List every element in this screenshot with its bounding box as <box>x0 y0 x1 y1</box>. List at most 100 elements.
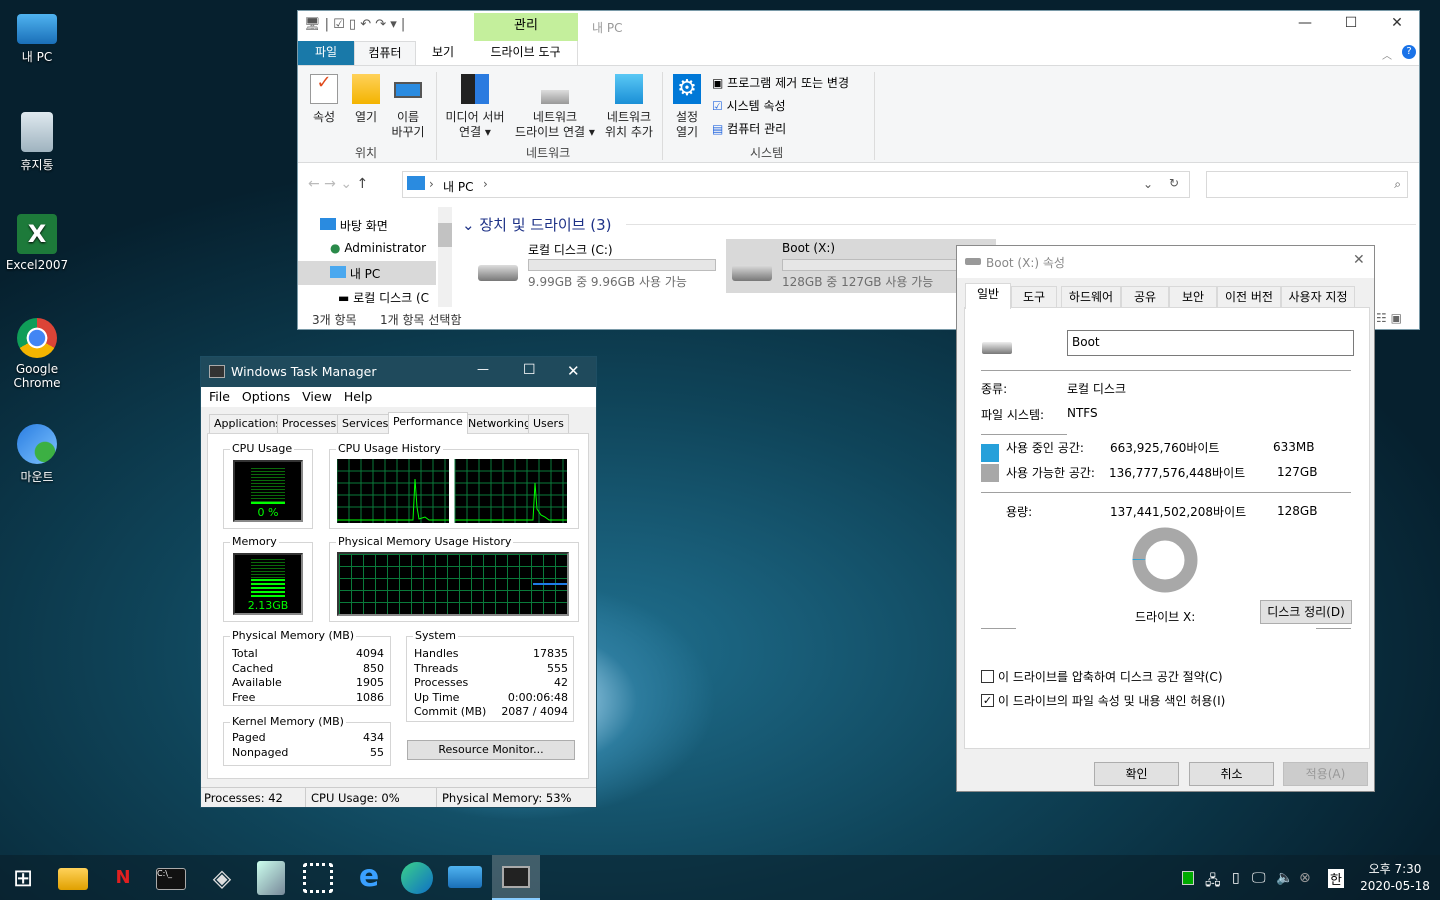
tab-file[interactable]: 파일 <box>298 41 354 65</box>
drive-item-c[interactable]: 로컬 디스크 (C:) 9.99GB 중 9.96GB 사용 가능 <box>474 239 724 293</box>
computer-management-button[interactable]: ▤ 컴퓨터 관리 <box>712 120 786 137</box>
task-manager-taskbar-button[interactable] <box>492 855 540 900</box>
maximize-button[interactable]: ☐ <box>1328 15 1374 31</box>
media-server-button[interactable]: 미디어 서버 연결 ▾ <box>440 74 510 140</box>
tab-processes[interactable]: Processes <box>277 414 342 433</box>
close-button[interactable]: ✕ <box>1374 15 1420 31</box>
stat-label: Cached <box>232 661 274 675</box>
nav-item-local-disk[interactable]: ▬ 로컬 디스크 (C <box>338 289 436 306</box>
menu-view[interactable]: View <box>302 389 332 404</box>
refresh-icon[interactable]: ↻ <box>1169 176 1179 190</box>
capacity-bytes: 137,441,502,208바이트 <box>1110 505 1247 519</box>
index-checkbox[interactable]: ✓ <box>981 694 994 707</box>
tab-tools[interactable]: 도구 <box>1011 286 1057 308</box>
tab-sharing[interactable]: 공유 <box>1121 286 1169 308</box>
usb-tray-icon[interactable]: ▯ <box>1232 870 1240 886</box>
desktop-icon-recycle-bin[interactable]: 휴지통 <box>1 112 73 173</box>
my-pc-taskbar-icon[interactable] <box>448 866 482 888</box>
help-icon[interactable]: ? <box>1402 45 1416 59</box>
tab-general[interactable]: 일반 <box>965 283 1011 309</box>
nav-item-my-pc[interactable]: 내 PC <box>298 261 436 285</box>
used-label: 사용 중인 공간: <box>1006 441 1084 455</box>
capacity-label: 용량: <box>1006 505 1033 519</box>
internet-explorer-taskbar-icon[interactable]: e <box>352 861 386 895</box>
edge-taskbar-icon[interactable] <box>401 862 433 894</box>
volume-icon[interactable]: 🔈 <box>1276 870 1293 886</box>
address-bar[interactable]: › 내 PC › ⌄ ↻ <box>402 171 1190 198</box>
tab-security[interactable]: 보안 <box>1169 286 1217 308</box>
system-properties-button[interactable]: ☑ 시스템 속성 <box>712 97 786 114</box>
tab-view[interactable]: 보기 <box>418 41 468 65</box>
disk-usage-donut <box>1132 527 1198 593</box>
command-prompt-taskbar-icon[interactable]: C:\_ <box>156 868 186 890</box>
minimize-button[interactable]: — <box>477 362 489 376</box>
window-title: Windows Task Manager <box>231 364 377 379</box>
tool-taskbar-icon[interactable] <box>257 861 285 895</box>
desktop-icon-mount[interactable]: 마운트 <box>1 424 73 485</box>
nav-item-administrator[interactable]: ● Administrator <box>330 241 426 255</box>
stat-value: 850 <box>363 661 384 675</box>
tab-customize[interactable]: 사용자 지정 <box>1281 286 1355 308</box>
search-input[interactable]: ⌕ <box>1206 171 1408 198</box>
title-bar[interactable]: Boot (X:) 속성 ✕ <box>957 246 1374 278</box>
tab-services[interactable]: Services <box>337 414 394 433</box>
nav-item-desktop[interactable]: 바탕 화면 <box>320 217 388 234</box>
label: 설정 열기 <box>675 110 699 139</box>
start-button[interactable]: ⊞ <box>6 861 40 895</box>
compress-checkbox[interactable] <box>981 670 994 683</box>
tab-computer[interactable]: 컴퓨터 <box>354 41 416 65</box>
tab-performance[interactable]: Performance <box>388 412 468 434</box>
desktop-icon-chrome[interactable]: Google Chrome <box>1 318 73 390</box>
maximize-button[interactable]: ☐ <box>523 362 536 378</box>
ok-button[interactable]: 확인 <box>1094 762 1179 786</box>
title-bar[interactable]: Windows Task Manager — ☐ ✕ <box>201 357 596 387</box>
open-button[interactable]: 열기 <box>348 74 384 125</box>
context-tab-manage[interactable]: 관리 <box>474 13 578 41</box>
section-header[interactable]: ⌄ 장치 및 드라이브 (3) <box>462 214 612 235</box>
ime-indicator[interactable]: 한 <box>1328 869 1344 888</box>
add-network-location-button[interactable]: 네트워크 위치 추가 <box>598 74 660 140</box>
dropdown-chevron-icon[interactable]: ⌄ <box>1143 177 1153 191</box>
cancel-button[interactable]: 취소 <box>1189 762 1274 786</box>
drive-name-input[interactable]: Boot <box>1067 330 1354 356</box>
tab-drive-tools[interactable]: 드라이브 도구 <box>474 41 578 65</box>
file-explorer-taskbar-icon[interactable] <box>58 868 88 890</box>
tab-previous-versions[interactable]: 이전 버전 <box>1217 286 1281 308</box>
screenshot-taskbar-icon[interactable] <box>303 863 333 893</box>
collapse-ribbon-icon[interactable]: ︿ <box>1382 47 1392 62</box>
network-tray-icon[interactable]: 🖧 <box>1205 870 1221 894</box>
eraser-taskbar-icon[interactable]: ◈ <box>205 861 239 895</box>
window-title: 내 PC <box>592 21 623 35</box>
close-button[interactable]: ✕ <box>1353 252 1365 268</box>
label: 휴지통 <box>20 158 54 172</box>
error-tray-icon[interactable]: ⊗ <box>1299 870 1311 886</box>
view-toggle-icons[interactable]: ☷ ▣ <box>1376 311 1402 325</box>
tab-applications[interactable]: Applications <box>209 414 287 433</box>
nirlauncher-taskbar-icon[interactable]: N <box>106 861 140 895</box>
menu-file[interactable]: File <box>209 389 230 404</box>
clock[interactable]: 오후 7:30 2020-05-18 <box>1358 861 1432 895</box>
menu-help[interactable]: Help <box>344 389 373 404</box>
cpu-meter-tray-icon[interactable] <box>1182 871 1194 885</box>
display-tray-icon[interactable]: 🖵 <box>1252 870 1266 886</box>
map-network-drive-button[interactable]: 네트워크 드라이브 연결 ▾ <box>510 74 600 140</box>
nav-buttons[interactable]: ← → ⌄ ↑ <box>308 176 368 192</box>
desktop-icon-my-pc[interactable]: 내 PC <box>1 10 73 65</box>
tab-users[interactable]: Users <box>528 414 569 433</box>
uninstall-program-button[interactable]: ▣ 프로그램 제거 또는 변경 <box>712 74 849 91</box>
breadcrumb-my-pc[interactable]: 내 PC <box>443 178 473 195</box>
tab-hardware[interactable]: 하드웨어 <box>1061 286 1121 308</box>
resource-monitor-button[interactable]: Resource Monitor... <box>407 740 575 760</box>
desktop-icon-excel[interactable]: X Excel2007 <box>1 214 73 272</box>
apply-button[interactable]: 적용(A) <box>1283 762 1368 786</box>
rename-button[interactable]: 이름 바꾸기 <box>390 74 426 140</box>
disk-cleanup-button[interactable]: 디스크 정리(D) <box>1260 600 1352 624</box>
quick-access-toolbar[interactable]: 🖥 | ☑ ▯ ↶ ↷ ▾ | <box>304 17 405 32</box>
close-button[interactable]: ✕ <box>567 362 580 380</box>
tab-networking[interactable]: Networking <box>463 414 536 433</box>
open-settings-button[interactable]: ⚙ 설정 열기 <box>670 74 704 140</box>
properties-button[interactable]: ✓ 속성 <box>308 74 340 125</box>
menu-options[interactable]: Options <box>242 389 290 404</box>
nav-scrollbar[interactable] <box>438 207 452 307</box>
minimize-button[interactable]: — <box>1282 15 1328 31</box>
